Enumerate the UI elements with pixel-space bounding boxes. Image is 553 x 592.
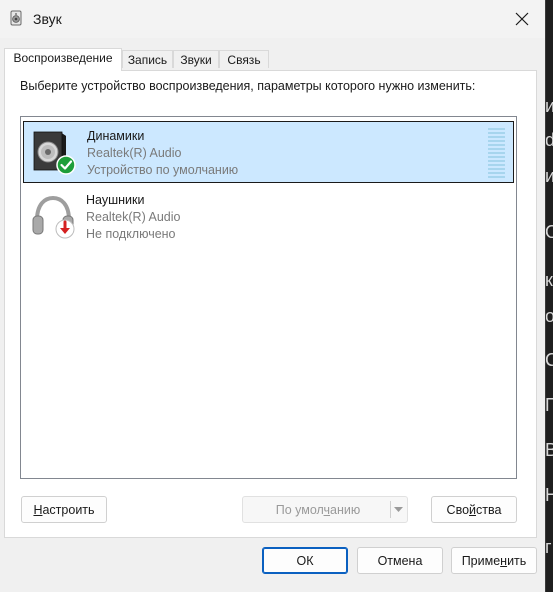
set-default-button-label: По умолчанию	[275, 502, 361, 517]
close-button[interactable]	[499, 0, 545, 38]
device-list[interactable]: Динамики Realtek(R) Audio Устройство по …	[20, 116, 517, 479]
tab-sounds[interactable]: Звуки	[173, 50, 219, 68]
playback-panel: Выберите устройство воспроизведения, пар…	[4, 70, 537, 538]
set-default-button[interactable]: По умолчанию	[242, 496, 408, 523]
device-driver: Realtek(R) Audio	[87, 146, 182, 160]
background-text: С	[545, 350, 553, 370]
split-separator	[390, 501, 391, 518]
background-text: П	[545, 395, 553, 415]
background-text: и	[545, 166, 553, 186]
tab-recording[interactable]: Запись	[122, 50, 173, 68]
instruction-text: Выберите устройство воспроизведения, пар…	[20, 79, 476, 93]
device-status: Устройство по умолчанию	[87, 163, 239, 177]
background-text: d	[545, 130, 553, 150]
apply-button[interactable]: Применить	[451, 547, 537, 574]
ok-button[interactable]: ОК	[262, 547, 348, 574]
background-text: и	[545, 96, 553, 116]
background-text: Н	[545, 485, 553, 505]
check-badge	[56, 155, 76, 175]
title-bar[interactable]: Звук	[0, 0, 545, 38]
cancel-button[interactable]: Отмена	[357, 547, 443, 574]
headphones-icon	[32, 195, 75, 239]
disconnected-badge	[55, 219, 75, 239]
properties-button-label: Свойства	[446, 502, 502, 517]
speaker-icon	[33, 131, 76, 175]
device-item-headphones[interactable]: Наушники Realtek(R) Audio Не подключено	[23, 186, 514, 248]
speaker-icon	[10, 10, 22, 26]
device-item-speakers[interactable]: Динамики Realtek(R) Audio Устройство по …	[23, 121, 514, 183]
tab-communications[interactable]: Связь	[219, 50, 269, 68]
properties-button[interactable]: Свойства	[431, 496, 517, 523]
configure-button[interactable]: Настроить	[21, 496, 107, 523]
device-name: Динамики	[87, 129, 145, 143]
chevron-down-icon[interactable]	[394, 507, 403, 513]
device-driver: Realtek(R) Audio	[86, 210, 181, 224]
volume-meter	[488, 128, 505, 178]
close-icon	[515, 12, 529, 26]
background-text: о	[545, 306, 553, 326]
background-text: В	[545, 440, 553, 460]
background-text: О	[545, 222, 553, 242]
window-title: Звук	[33, 11, 62, 27]
background-text: к	[545, 270, 553, 290]
tab-playback[interactable]: Воспроизведение	[4, 48, 122, 71]
apply-button-label: Применить	[461, 553, 527, 568]
device-name: Наушники	[86, 193, 145, 207]
sound-dialog: Звук Воспроизведение Запись Звуки Связь …	[0, 0, 546, 592]
configure-button-label: Настроить	[33, 502, 95, 517]
device-status: Не подключено	[86, 227, 176, 241]
